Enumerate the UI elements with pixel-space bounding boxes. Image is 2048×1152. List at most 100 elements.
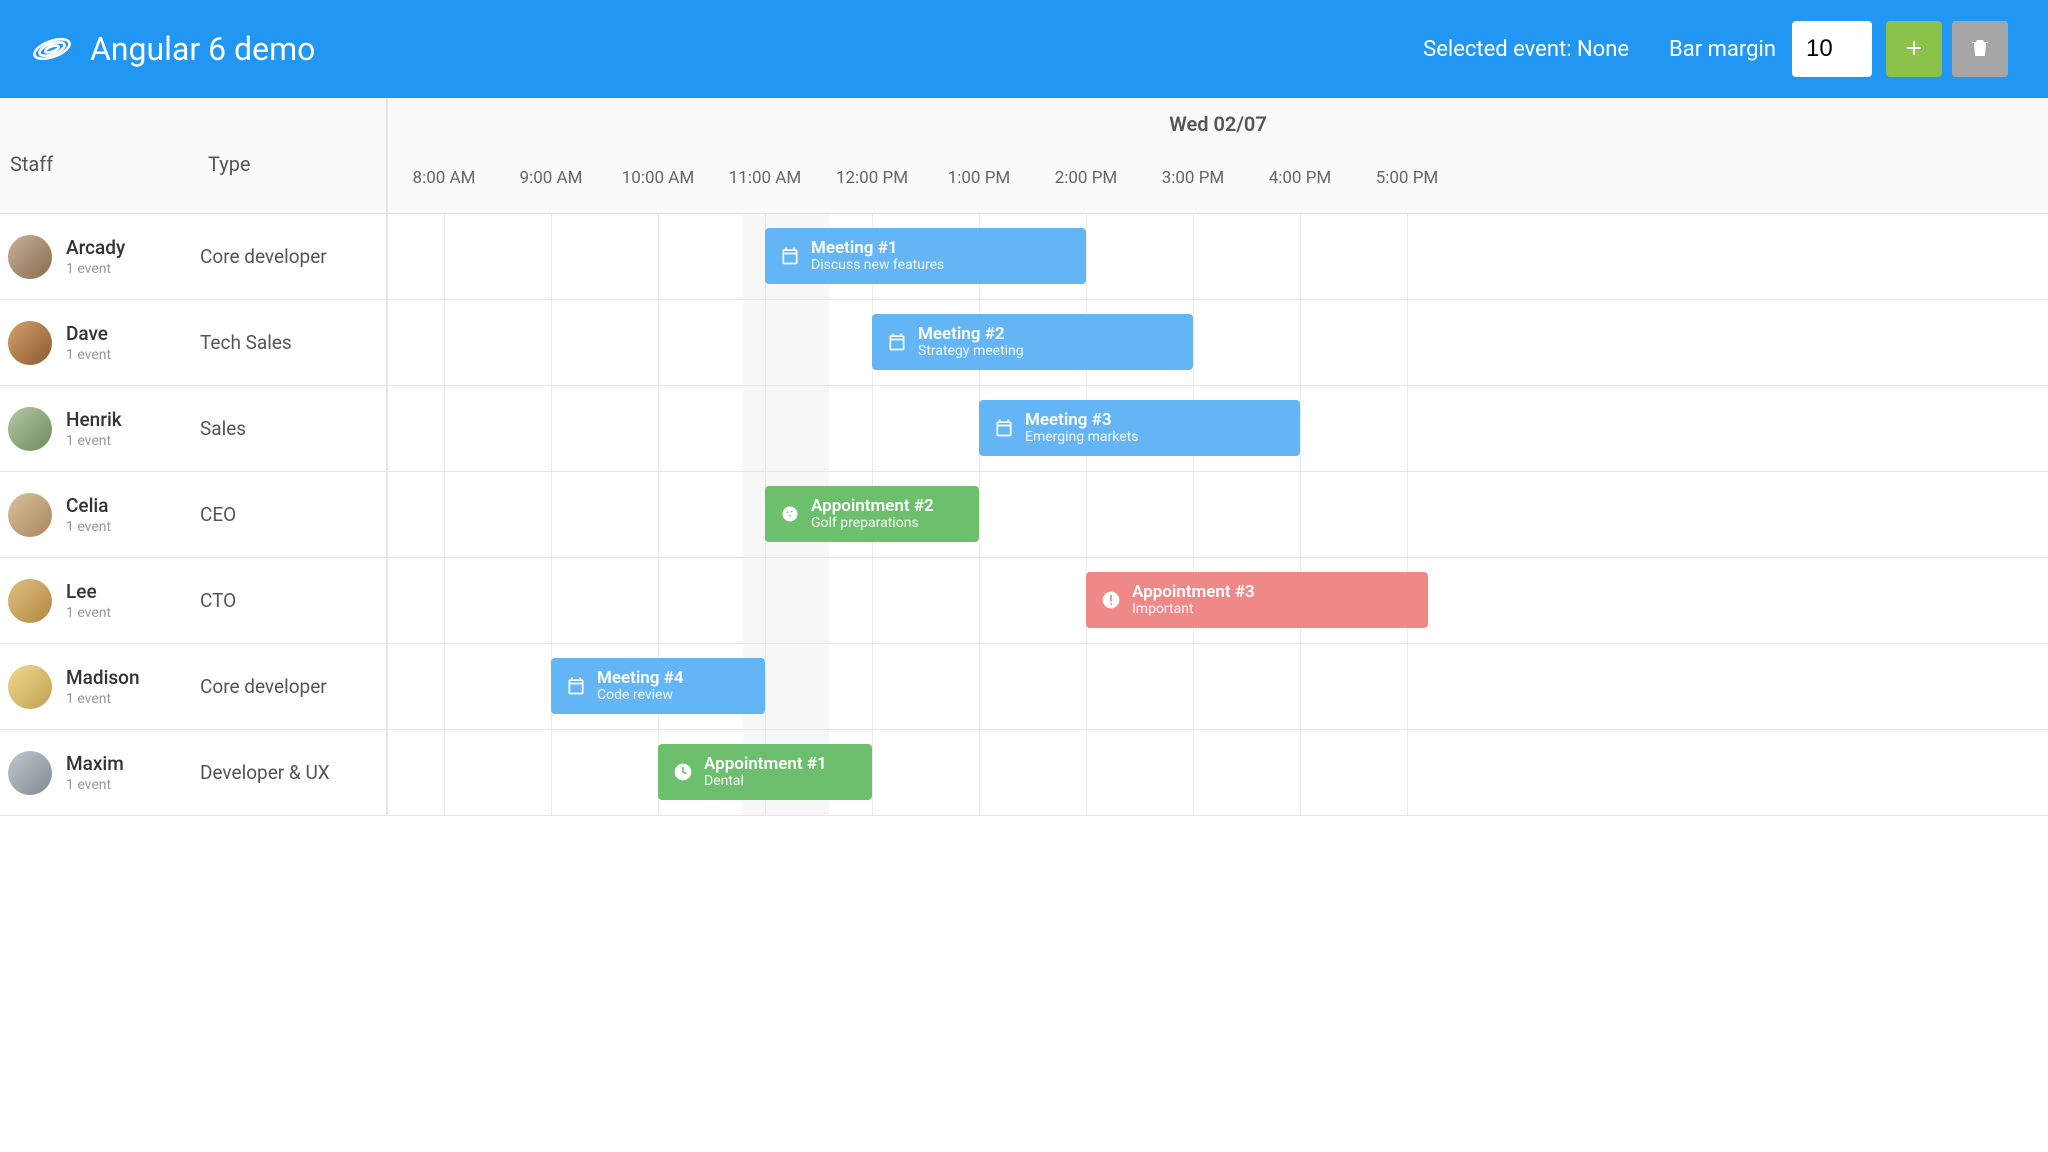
timeline-header: Wed 02/07 8:00 AM 9:00 AM 10:00 AM 11:00 AM… [388, 98, 2048, 214]
staff-event-count: 1 event [66, 261, 125, 277]
staff-row: Lee 1 event CTO [0, 558, 386, 644]
hour-label: 3:00 PM [1162, 168, 1225, 188]
hour-label: 1:00 PM [948, 168, 1011, 188]
staff-name: Arcady [66, 236, 125, 259]
hour-label: 5:00 PM [1376, 168, 1439, 188]
clock-icon [672, 761, 694, 783]
staff-event-count: 1 event [66, 433, 122, 449]
staff-name: Madison [66, 666, 140, 689]
app-header: Angular 6 demo Selected event: None Bar … [0, 0, 2048, 98]
staff-row: Henrik 1 event Sales [0, 386, 386, 472]
hour-label: 10:00 AM [622, 168, 694, 188]
selected-event-prefix: Selected event: [1423, 37, 1577, 62]
add-button[interactable] [1886, 21, 1942, 77]
barmargin-input[interactable] [1792, 21, 1872, 77]
hour-label: 4:00 PM [1269, 168, 1332, 188]
hour-label: 12:00 PM [836, 168, 908, 188]
staff-cell: Dave 1 event [0, 321, 200, 365]
delete-button[interactable] [1952, 21, 2008, 77]
day-label: Wed 02/07 [388, 112, 2048, 136]
event-bar[interactable]: Appointment #1Dental [658, 744, 872, 800]
staff-row: Dave 1 event Tech Sales [0, 300, 386, 386]
resource-header-row: Staff Type [0, 98, 386, 214]
column-header-staff: Staff [0, 98, 200, 213]
timeline-row[interactable]: Meeting #4Code review [388, 644, 2048, 730]
staff-type: Sales [200, 417, 386, 440]
plus-icon [1902, 36, 1926, 63]
barmargin-label: Bar margin [1669, 37, 1776, 62]
staff-type: CTO [200, 589, 386, 612]
timeline-row[interactable]: Appointment #3Important [388, 558, 2048, 644]
staff-row: Celia1 eventCEO [0, 472, 386, 558]
logo-icon [30, 27, 74, 71]
staff-cell: Arcady 1 event [0, 235, 200, 279]
staff-type: Core developer [200, 675, 386, 698]
trash-icon [1968, 36, 1992, 63]
app-title: Angular 6 demo [90, 30, 315, 68]
event-bar[interactable]: Appointment #3Important [1086, 572, 1428, 628]
staff-name: Dave [66, 322, 111, 345]
staff-type: CEO [200, 503, 386, 526]
staff-row: Maxim 1 event Developer & UX [0, 730, 386, 816]
timeline-row[interactable]: Appointment #2Golf preparations [388, 472, 2048, 558]
event-bar[interactable]: Meeting #3Emerging markets [979, 400, 1300, 456]
event-subtitle: Discuss new features [811, 258, 944, 273]
hour-label: 9:00 AM [520, 168, 583, 188]
event-bar[interactable]: Meeting #2Strategy meeting [872, 314, 1193, 370]
event-bar[interactable]: Meeting #4Code review [551, 658, 765, 714]
staff-event-count: 1 event [66, 347, 111, 363]
staff-event-count: 1 event [66, 605, 111, 621]
staff-type: Core developer [200, 245, 386, 268]
resource-column: Staff Type Arcady 1 event Core developer Da… [0, 98, 388, 816]
selected-event-label: Selected event: None [1423, 37, 1629, 62]
timeline-grid[interactable]: Meeting #1Discuss new features Meeting #2… [388, 214, 2048, 816]
staff-cell: Maxim 1 event [0, 751, 200, 795]
hour-label: 2:00 PM [1055, 168, 1118, 188]
staff-type: Tech Sales [200, 331, 386, 354]
staff-name: Henrik [66, 408, 122, 431]
golf-icon [779, 503, 801, 525]
hour-label: 11:00 AM [729, 168, 801, 188]
event-title: Meeting #4 [597, 669, 684, 688]
event-title: Appointment #3 [1132, 583, 1255, 602]
event-title: Meeting #2 [918, 325, 1024, 344]
calendar-icon [886, 331, 908, 353]
timeline-row[interactable]: Meeting #2Strategy meeting [388, 300, 2048, 386]
calendar-icon [779, 245, 801, 267]
staff-type: Developer & UX [200, 761, 386, 784]
avatar [8, 665, 52, 709]
timeline-column: Wed 02/07 8:00 AM 9:00 AM 10:00 AM 11:00 AM… [388, 98, 2048, 816]
avatar [8, 751, 52, 795]
staff-cell: Henrik 1 event [0, 407, 200, 451]
timeline-row[interactable]: Meeting #1Discuss new features [388, 214, 2048, 300]
staff-row: Madison 1 event Core developer [0, 644, 386, 730]
event-title: Appointment #2 [811, 497, 934, 516]
timeline-row[interactable]: Appointment #1Dental [388, 730, 2048, 816]
calendar-icon [993, 417, 1015, 439]
scheduler: Staff Type Arcady 1 event Core developer Da… [0, 98, 2048, 816]
alert-icon [1100, 589, 1122, 611]
event-title: Meeting #1 [811, 239, 944, 258]
staff-cell: Lee 1 event [0, 579, 200, 623]
avatar [8, 235, 52, 279]
staff-cell: Celia1 event [0, 493, 200, 537]
timeline-row[interactable]: Meeting #3Emerging markets [388, 386, 2048, 472]
staff-cell: Madison 1 event [0, 665, 200, 709]
selected-event-value: None [1577, 37, 1629, 62]
event-subtitle: Code review [597, 688, 684, 703]
event-bar[interactable]: Meeting #1Discuss new features [765, 228, 1086, 284]
calendar-icon [565, 675, 587, 697]
hour-label: 8:00 AM [413, 168, 476, 188]
event-subtitle: Emerging markets [1025, 430, 1138, 445]
staff-event-count: 1 event [66, 691, 140, 707]
staff-name: Lee [66, 580, 111, 603]
event-subtitle: Important [1132, 602, 1255, 617]
event-bar[interactable]: Appointment #2Golf preparations [765, 486, 979, 542]
column-header-type: Type [200, 98, 386, 213]
staff-event-count: 1 event [66, 777, 124, 793]
staff-name: Celia [66, 494, 111, 517]
avatar [8, 321, 52, 365]
avatar [8, 579, 52, 623]
staff-name: Maxim [66, 752, 124, 775]
event-subtitle: Strategy meeting [918, 344, 1024, 359]
